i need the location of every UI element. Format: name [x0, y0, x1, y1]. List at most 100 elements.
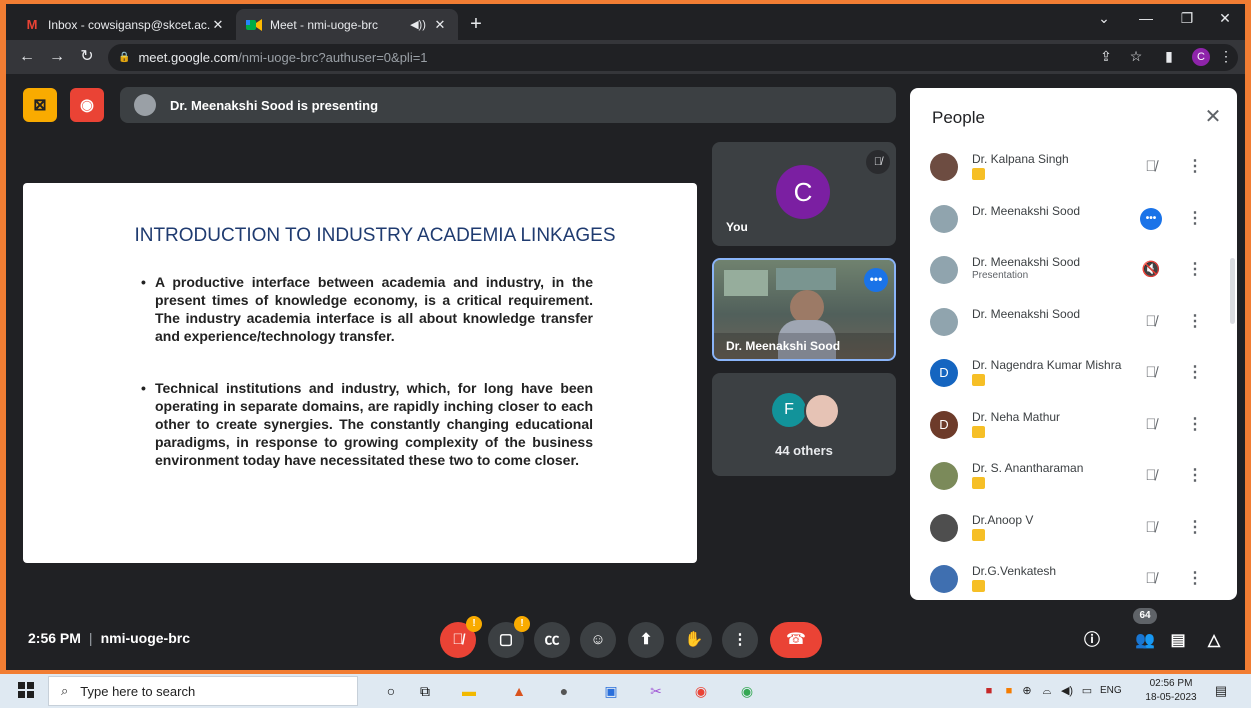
participant-row[interactable]: Dr. Meenakshi Sood Presentation 🔇 ⋮: [910, 247, 1226, 299]
participant-name: Dr.G.Venkatesh: [972, 564, 1057, 578]
present-screen-button[interactable]: ⬆: [628, 622, 664, 658]
tray-app-icon[interactable]: ■: [982, 684, 996, 698]
mic-off-icon[interactable]: 🎙̸: [1140, 568, 1162, 590]
mic-off-icon[interactable]: 🎙̸: [1140, 517, 1162, 539]
language-indicator[interactable]: ENG: [1100, 685, 1122, 696]
no-camera-icon[interactable]: ⊠: [23, 88, 57, 122]
participant-subtitle: Presentation: [972, 270, 1029, 281]
side-panel-icon[interactable]: ▮: [1159, 48, 1179, 65]
more-options-icon[interactable]: ⋮: [1186, 414, 1204, 436]
more-options-button[interactable]: ⋮: [722, 622, 758, 658]
matlab-icon[interactable]: ▲: [508, 680, 530, 702]
gmail-icon: M: [26, 17, 38, 32]
close-icon[interactable]: ✕: [1200, 104, 1226, 130]
captions-button[interactable]: ㏄: [534, 622, 570, 658]
self-tile[interactable]: C 🎙̸ You: [712, 142, 896, 246]
avatar: [930, 462, 958, 490]
taskbar-search[interactable]: ⌕ Type here to search: [48, 676, 358, 706]
mic-off-icon[interactable]: 🎙̸: [1140, 156, 1162, 178]
new-tab-button[interactable]: +: [464, 13, 488, 37]
taskbar-clock[interactable]: 02:56 PM 18-05-2023: [1142, 677, 1200, 705]
mic-off-icon[interactable]: 🎙̸: [1140, 465, 1162, 487]
app-icon[interactable]: ●: [553, 680, 575, 702]
more-options-icon[interactable]: ⋮: [1186, 362, 1204, 384]
more-options-icon[interactable]: ⋮: [1186, 465, 1204, 487]
people-icon[interactable]: 👥: [1132, 628, 1158, 654]
presenting-banner: Dr. Meenakshi Sood is presenting: [120, 87, 896, 123]
meeting-time: 2:56 PM: [28, 630, 81, 646]
windows-start-icon[interactable]: [18, 682, 36, 700]
meeting-code: nmi-uoge-brc: [100, 630, 191, 646]
participant-row[interactable]: Dr. Kalpana Singh 🎙̸ ⋮: [910, 144, 1226, 196]
close-window-button[interactable]: ✕: [1210, 10, 1240, 27]
profile-avatar[interactable]: C: [1192, 48, 1210, 66]
more-options-icon[interactable]: ⋮: [1186, 156, 1204, 178]
tab-search-icon[interactable]: ⌄: [1089, 10, 1119, 27]
close-icon[interactable]: ✕: [432, 17, 448, 33]
avatar: [930, 307, 958, 336]
participant-row[interactable]: Dr.Anoop V 🎙̸ ⋮: [910, 505, 1226, 557]
mic-off-icon[interactable]: 🎙̸: [1140, 311, 1162, 333]
share-icon[interactable]: ⇪: [1096, 48, 1116, 65]
volume-icon[interactable]: ◀): [1060, 684, 1074, 698]
close-icon[interactable]: ✕: [210, 17, 226, 33]
camera-toggle-button[interactable]: ▢!: [488, 616, 530, 658]
tab-inbox[interactable]: M Inbox - cowsigansp@skcet.ac.in - ✕: [14, 9, 236, 40]
mic-off-icon[interactable]: 🎙̸: [1140, 414, 1162, 436]
tile-name: You: [726, 220, 748, 234]
audio-off-icon[interactable]: 🔇: [1140, 259, 1162, 281]
app-window-icon[interactable]: ▣: [600, 680, 622, 702]
file-explorer-icon[interactable]: ▬: [458, 680, 480, 702]
more-options-icon[interactable]: ⋮: [1186, 517, 1204, 539]
meet-icon: [246, 17, 262, 33]
more-options-icon[interactable]: ⋮: [1186, 208, 1204, 230]
tab-meet[interactable]: Meet - nmi-uoge-brc ◀)) ✕: [236, 9, 458, 40]
participant-row[interactable]: Dr. Meenakshi Sood ••• ⋮: [910, 196, 1226, 248]
search-icon: ⌕: [61, 683, 69, 698]
display-icon[interactable]: ▭: [1080, 684, 1094, 698]
restore-button[interactable]: ❐: [1172, 10, 1202, 27]
record-icon[interactable]: ◉: [70, 88, 104, 122]
forward-button[interactable]: →: [46, 46, 68, 68]
more-options-icon[interactable]: ⋮: [1186, 259, 1204, 281]
presenter-tile[interactable]: ••• Dr. Meenakshi Sood: [712, 258, 896, 361]
others-tile[interactable]: F 44 others: [712, 373, 896, 476]
cortana-icon[interactable]: ○: [380, 680, 402, 702]
mic-toggle-button[interactable]: 🎙̸!: [440, 616, 482, 658]
back-button[interactable]: ←: [16, 46, 38, 68]
more-options-icon[interactable]: ⋮: [1186, 568, 1204, 590]
notification-icon[interactable]: ▤: [1212, 682, 1230, 700]
more-options-icon[interactable]: ⋮: [1186, 311, 1204, 333]
slide-title: INTRODUCTION TO INDUSTRY ACADEMIA LINKAG…: [134, 225, 616, 246]
network-icon[interactable]: ⌓: [1040, 684, 1054, 698]
bookmark-star-icon[interactable]: ☆: [1126, 48, 1146, 65]
tray-app-icon[interactable]: ⊕: [1020, 684, 1034, 698]
chrome-profile-icon[interactable]: ◉: [736, 680, 758, 702]
participant-row[interactable]: D Dr. Nagendra Kumar Mishra 🎙̸ ⋮: [910, 350, 1226, 402]
activities-icon[interactable]: △: [1201, 628, 1227, 654]
chat-icon[interactable]: ▤: [1165, 628, 1191, 654]
tray-app-icon[interactable]: ■: [1002, 684, 1016, 698]
mic-off-icon[interactable]: 🎙̸: [1140, 362, 1162, 384]
more-options-icon[interactable]: •••: [864, 268, 888, 292]
snipping-tool-icon[interactable]: ✂: [645, 680, 667, 702]
task-view-icon[interactable]: ⧉: [414, 680, 436, 702]
minimize-button[interactable]: —: [1131, 10, 1161, 26]
participant-row[interactable]: D Dr. Neha Mathur 🎙̸ ⋮: [910, 402, 1226, 454]
emoji-button[interactable]: ☺: [580, 622, 616, 658]
meeting-details-icon[interactable]: ⓘ: [1079, 628, 1105, 654]
speaking-indicator-icon[interactable]: •••: [1140, 207, 1162, 230]
scrollbar[interactable]: [1230, 258, 1235, 324]
end-call-button[interactable]: ☎: [770, 622, 822, 658]
menu-kebab-icon[interactable]: ⋮: [1216, 48, 1236, 65]
speaker-icon[interactable]: ◀)): [410, 18, 426, 31]
reload-button[interactable]: ↻: [76, 46, 98, 68]
participant-row[interactable]: Dr.G.Venkatesh 🎙̸ ⋮: [910, 556, 1226, 600]
chrome-icon[interactable]: ◉: [690, 680, 712, 702]
raise-hand-button[interactable]: ✋: [676, 622, 712, 658]
participant-row[interactable]: Dr. S. Anantharaman 🎙̸ ⋮: [910, 453, 1226, 505]
address-bar[interactable]: 🔒 meet.google.com/nmi-uoge-brc?authuser=…: [108, 44, 1238, 71]
avatar: [930, 204, 958, 233]
people-panel: People ✕ Dr. Kalpana Singh 🎙̸ ⋮ Dr. Meenaks…: [910, 88, 1237, 600]
participant-row[interactable]: Dr. Meenakshi Sood 🎙̸ ⋮: [910, 299, 1226, 351]
